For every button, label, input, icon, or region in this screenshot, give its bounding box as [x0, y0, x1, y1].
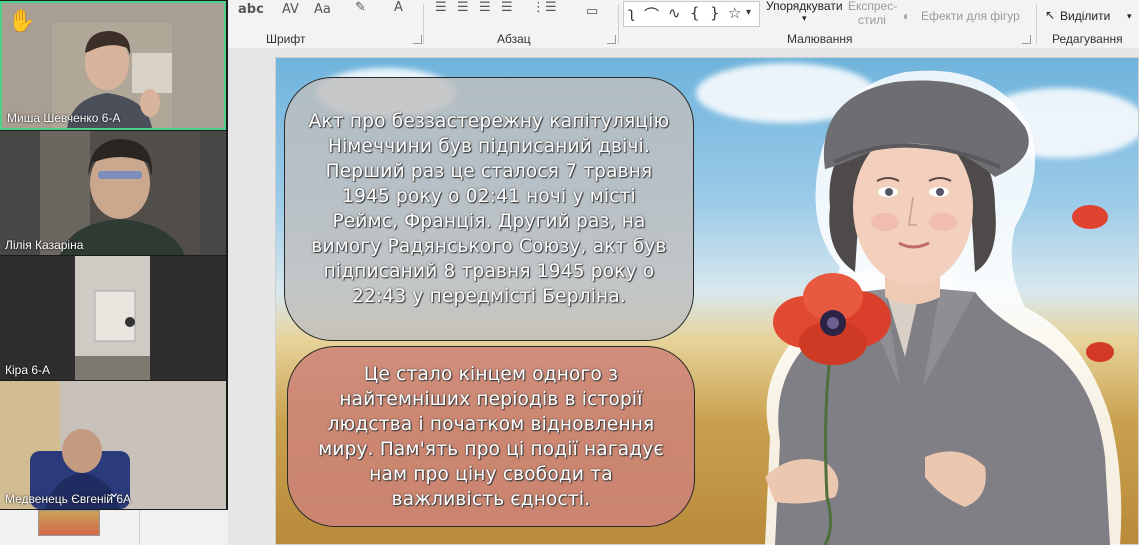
separator — [1036, 4, 1037, 44]
participant-name: Лілія Казаріна — [5, 238, 84, 252]
font-group-label: Шрифт — [266, 32, 306, 46]
video-participants-panel: ✋ Миша Шевченко 6-А Лілія Казаріна Кіра … — [0, 0, 228, 510]
highlight-icon[interactable]: ✎ — [355, 0, 366, 15]
wave-shape-icon[interactable]: ∿ — [668, 4, 681, 22]
select-button[interactable]: Виділити — [1060, 9, 1110, 23]
arrange-button[interactable]: Упорядкувати — [766, 0, 843, 13]
select-dropdown-icon[interactable]: ▾ — [1127, 11, 1132, 22]
columns-icon[interactable]: ⋮☰ — [532, 0, 557, 15]
paragraph-dialog-launcher-icon[interactable] — [607, 35, 616, 44]
shape-effects-button[interactable]: Ефекти для фігур — [921, 9, 1020, 23]
participant-tile[interactable]: ✋ Миша Шевченко 6-А — [0, 1, 226, 130]
quick-styles-label-2: стилі — [858, 13, 886, 27]
cursor-icon: ↖ — [1045, 8, 1056, 22]
align-center-icon[interactable]: ☰ — [457, 0, 469, 15]
justify-icon[interactable]: ☰ — [501, 0, 513, 15]
participant-tile[interactable]: Кіра 6-А — [0, 256, 226, 380]
peace-text: Це стало кінцем одного з найтемніших пер… — [318, 363, 664, 510]
curve-shape-icon[interactable]: ʅ — [628, 4, 635, 22]
brace-left-icon[interactable]: { — [690, 4, 700, 22]
brace-right-icon[interactable]: } — [710, 4, 720, 22]
shape-effects-icon: ◐ — [903, 9, 911, 23]
raised-hand-icon: ✋ — [8, 9, 36, 34]
slide-thumbnail[interactable] — [38, 510, 100, 536]
chevron-down-icon[interactable]: ⌄ — [104, 485, 124, 505]
info-bubble-peace[interactable]: Це стало кінцем одного з найтемніших пер… — [287, 346, 695, 527]
align-left-icon[interactable]: ☰ — [435, 0, 447, 15]
separator — [423, 4, 424, 44]
smartart-icon[interactable]: ▭ — [586, 4, 598, 19]
shapes-gallery[interactable]: ʅ ⌒ ∿ { } ☆ ▾ — [623, 1, 760, 27]
star-shape-icon[interactable]: ☆ — [728, 4, 741, 22]
editing-group-label: Редагування — [1052, 32, 1123, 46]
align-right-icon[interactable]: ☰ — [479, 0, 491, 15]
arrange-dropdown-icon[interactable]: ▾ — [802, 13, 807, 24]
char-spacing-button[interactable]: AV — [282, 2, 299, 17]
participant-name: Миша Шевченко 6-А — [7, 111, 121, 125]
participant-video — [75, 256, 150, 380]
drawing-group-label: Малювання — [787, 32, 853, 46]
quick-styles-button[interactable]: Експрес- — [848, 0, 897, 13]
gallery-more-icon[interactable]: ▾ — [746, 7, 751, 18]
woman-with-poppy-illustration — [765, 70, 1122, 545]
strikethrough-button[interactable]: abc — [238, 2, 264, 17]
participant-tile[interactable]: Лілія Казаріна — [0, 131, 226, 255]
info-bubble-capitulation[interactable]: Акт про беззастережну капітуляцію Німечч… — [284, 77, 694, 341]
arc-shape-icon[interactable]: ⌒ — [644, 4, 659, 25]
separator — [618, 4, 619, 44]
font-dialog-launcher-icon[interactable] — [413, 35, 422, 44]
participant-video — [40, 131, 200, 255]
participant-name: Кіра 6-А — [5, 363, 51, 377]
font-color-button[interactable]: A — [394, 0, 403, 15]
change-case-button[interactable]: Aa — [314, 2, 331, 17]
paragraph-group-label: Абзац — [497, 32, 531, 46]
drawing-dialog-launcher-icon[interactable] — [1022, 35, 1031, 44]
capitulation-text: Акт про беззастережну капітуляцію Німечч… — [308, 111, 670, 307]
